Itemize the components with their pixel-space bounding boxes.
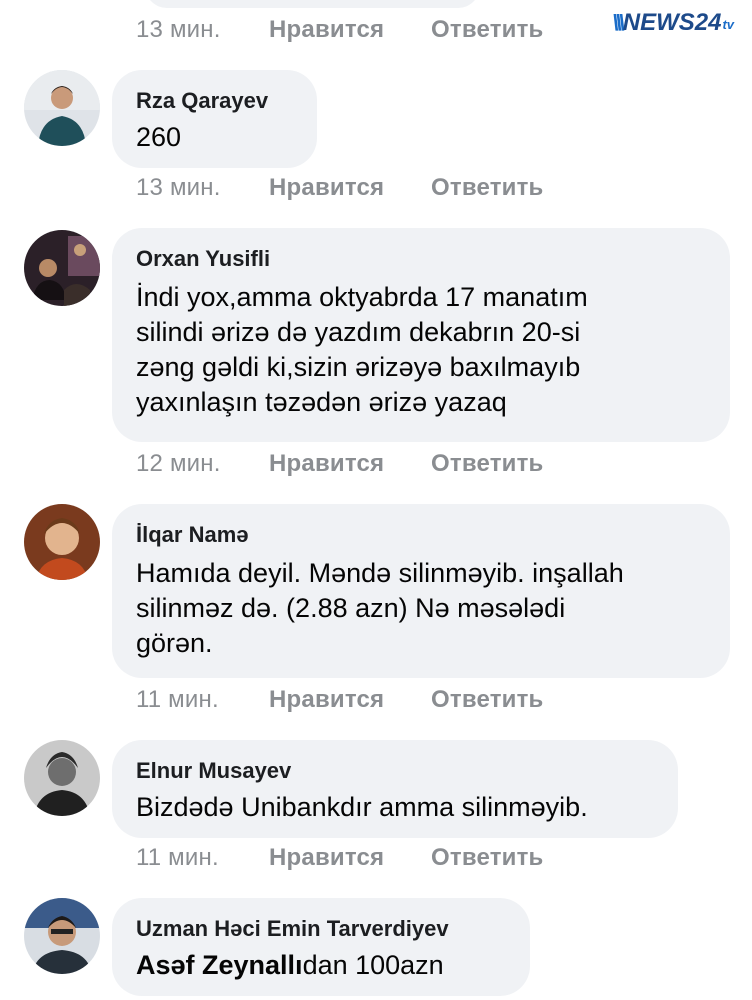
avatar[interactable] <box>24 898 100 974</box>
comment-author[interactable]: Elnur Musayev <box>136 756 654 786</box>
comment-text: Asəf Zeynallıdan 100azn <box>136 950 444 980</box>
reply-button[interactable]: Ответить <box>431 844 544 872</box>
comment-bubble: İlqar Namə Hamıda deyil. Məndə silinməyi… <box>112 504 730 678</box>
comment-time[interactable]: 13 мин. <box>136 16 269 44</box>
comment-author[interactable]: Uzman Həci Emin Tarverdiyev <box>136 914 506 944</box>
comment-time[interactable]: 12 мин. <box>136 450 269 478</box>
comment-bubble: Orxan Yusifli İndi yox,amma oktyabrda 17… <box>112 228 730 442</box>
comment-time[interactable]: 11 мин. <box>136 686 269 714</box>
tagged-user-link[interactable]: Asəf Zeynallı <box>136 950 303 980</box>
comment-text: Hamıda deyil. Məndə silinməyib. inşallah… <box>136 558 624 658</box>
reply-button[interactable]: Ответить <box>431 450 544 478</box>
avatar[interactable] <box>24 740 100 816</box>
avatar[interactable] <box>24 70 100 146</box>
comment-text: İndi yox,amma oktyabrda 17 manatım silin… <box>136 282 588 417</box>
comment-actions: 12 мин. Нравится Ответить <box>136 450 544 478</box>
comment-author[interactable]: İlqar Namə <box>136 520 706 550</box>
previous-comment-bubble <box>145 0 480 8</box>
comment-author[interactable]: Orxan Yusifli <box>136 244 706 274</box>
news24-watermark-logo: \\\ NEWS24 tv <box>612 9 734 36</box>
comment-time[interactable]: 13 мин. <box>136 174 269 202</box>
like-button[interactable]: Нравится <box>269 16 431 44</box>
comment-text: Bizdədə Unibankdır amma silinməyib. <box>136 792 588 822</box>
reply-button[interactable]: Ответить <box>431 174 544 202</box>
comment-bubble: Rza Qarayev 260 <box>112 70 317 168</box>
comment-actions: 11 мин. Нравится Ответить <box>136 844 544 872</box>
comment-text: 260 <box>136 122 182 152</box>
avatar[interactable] <box>24 504 100 580</box>
like-button[interactable]: Нравится <box>269 686 431 714</box>
reply-button[interactable]: Ответить <box>431 16 544 44</box>
comment-actions: 13 мин. Нравится Ответить <box>136 16 544 44</box>
comment-time[interactable]: 11 мин. <box>136 844 269 872</box>
avatar[interactable] <box>24 230 100 306</box>
comment-actions: 11 мин. Нравится Ответить <box>136 686 544 714</box>
comment-bubble: Uzman Həci Emin Tarverdiyev Asəf Zeynall… <box>112 898 530 996</box>
like-button[interactable]: Нравится <box>269 450 431 478</box>
comment-author[interactable]: Rza Qarayev <box>136 86 293 116</box>
like-button[interactable]: Нравится <box>269 844 431 872</box>
comment-actions: 13 мин. Нравится Ответить <box>136 174 544 202</box>
comment-bubble: Elnur Musayev Bizdədə Unibankdır amma si… <box>112 740 678 838</box>
news24-logo-icon: \\\ <box>612 10 624 35</box>
reply-button[interactable]: Ответить <box>431 686 544 714</box>
like-button[interactable]: Нравится <box>269 174 431 202</box>
